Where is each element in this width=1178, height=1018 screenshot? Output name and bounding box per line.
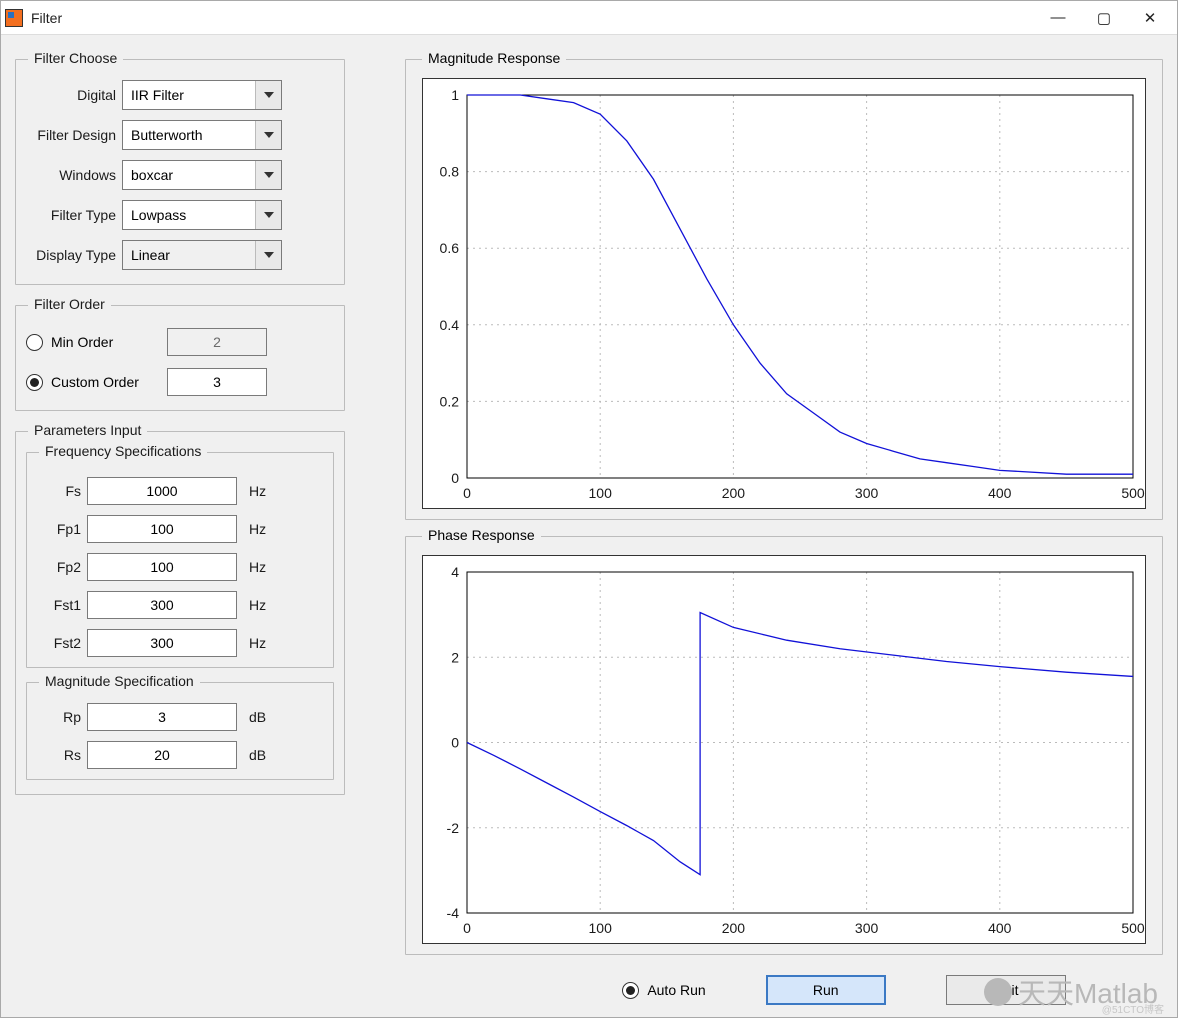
svg-text:0: 0 — [451, 470, 459, 486]
freq-input-fp1[interactable] — [87, 515, 237, 543]
freq-unit: Hz — [243, 521, 271, 537]
svg-text:400: 400 — [988, 920, 1012, 936]
displaytype-label: Display Type — [26, 247, 116, 263]
wechat-icon — [984, 978, 1012, 1006]
windows-select[interactable]: boxcar — [122, 160, 282, 190]
digital-label: Digital — [26, 87, 116, 103]
freq-unit: Hz — [243, 597, 271, 613]
run-button[interactable]: Run — [766, 975, 886, 1005]
right-panel: Magnitude Response 010020030040050000.20… — [405, 59, 1163, 1005]
svg-text:0: 0 — [463, 920, 471, 936]
freq-label: Fst2 — [35, 635, 81, 651]
digital-select[interactable]: IIR Filter — [122, 80, 282, 110]
svg-text:1: 1 — [451, 87, 459, 103]
displaytype-select[interactable]: Linear — [122, 240, 282, 270]
mag-legend: Magnitude Specification — [39, 673, 200, 689]
customorder-label: Custom Order — [51, 374, 159, 390]
phase-plot-area: Phase Response 0100200300400500-4-2024 — [405, 536, 1163, 955]
svg-text:200: 200 — [722, 485, 746, 501]
title-bar: Filter — ▢ ✕ — [1, 1, 1177, 35]
filter-choose-legend: Filter Choose — [28, 50, 123, 66]
autorun-radio[interactable] — [622, 982, 639, 999]
svg-text:100: 100 — [589, 485, 613, 501]
freq-input-fst2[interactable] — [87, 629, 237, 657]
svg-text:4: 4 — [451, 564, 459, 580]
freq-input-fst1[interactable] — [87, 591, 237, 619]
freq-box: Frequency Specifications FsHzFp1HzFp2HzF… — [26, 452, 334, 668]
svg-text:100: 100 — [589, 920, 613, 936]
app-icon — [5, 9, 23, 27]
design-select[interactable]: Butterworth — [122, 120, 282, 150]
params-box: Parameters Input Frequency Specification… — [15, 431, 345, 795]
minorder-value — [167, 328, 267, 356]
magnitude-plot: 0 100 200 300 400 500 0 0.2 0.4 0.6 0.8 1 — [422, 78, 1146, 509]
chevron-down-icon — [255, 81, 281, 109]
mag-unit: dB — [243, 747, 271, 763]
freq-label: Fp1 — [35, 521, 81, 537]
main-content: Filter Choose Digital IIR Filter Filter … — [1, 35, 1177, 1017]
customorder-radio[interactable] — [26, 374, 43, 391]
filter-order-legend: Filter Order — [28, 296, 111, 312]
svg-text:0.4: 0.4 — [440, 317, 460, 333]
svg-text:0: 0 — [451, 735, 459, 751]
design-label: Filter Design — [26, 127, 116, 143]
freq-label: Fst1 — [35, 597, 81, 613]
svg-text:300: 300 — [855, 485, 879, 501]
svg-text:0.8: 0.8 — [440, 164, 460, 180]
chevron-down-icon — [255, 121, 281, 149]
phase-title: Phase Response — [422, 527, 541, 543]
customorder-value[interactable] — [167, 368, 267, 396]
svg-text:-2: -2 — [447, 820, 460, 836]
chevron-down-icon — [255, 201, 281, 229]
autorun-label: Auto Run — [647, 982, 705, 998]
app-window: Filter — ▢ ✕ Filter Choose Digital IIR F… — [0, 0, 1178, 1018]
phase-plot: 0 100 200 300 400 500 -4 -2 0 2 4 — [422, 555, 1146, 944]
svg-text:500: 500 — [1121, 920, 1145, 936]
svg-text:2: 2 — [451, 649, 459, 665]
mag-label: Rp — [35, 709, 81, 725]
left-panel: Filter Choose Digital IIR Filter Filter … — [15, 59, 345, 1005]
mag-unit: dB — [243, 709, 271, 725]
svg-text:-4: -4 — [447, 905, 460, 921]
chevron-down-icon — [255, 161, 281, 189]
freq-unit: Hz — [243, 483, 271, 499]
magnitude-plot-area: Magnitude Response 010020030040050000.20… — [405, 59, 1163, 520]
minorder-label: Min Order — [51, 334, 159, 350]
svg-text:200: 200 — [722, 920, 746, 936]
windows-label: Windows — [26, 167, 116, 183]
freq-input-fs[interactable] — [87, 477, 237, 505]
minorder-radio[interactable] — [26, 334, 43, 351]
mag-input-rp[interactable] — [87, 703, 237, 731]
minimize-button[interactable]: — — [1035, 1, 1081, 35]
svg-text:400: 400 — [988, 485, 1012, 501]
mag-label: Rs — [35, 747, 81, 763]
freq-unit: Hz — [243, 635, 271, 651]
svg-text:0: 0 — [463, 485, 471, 501]
filter-order-box: Filter Order Min Order Custom Order — [15, 305, 345, 411]
freq-label: Fs — [35, 483, 81, 499]
freq-label: Fp2 — [35, 559, 81, 575]
svg-text:500: 500 — [1121, 485, 1145, 501]
svg-text:0.6: 0.6 — [440, 240, 460, 256]
mag-box: Magnitude Specification RpdBRsdB — [26, 682, 334, 780]
maximize-button[interactable]: ▢ — [1081, 1, 1127, 35]
filtertype-select[interactable]: Lowpass — [122, 200, 282, 230]
mag-input-rs[interactable] — [87, 741, 237, 769]
freq-unit: Hz — [243, 559, 271, 575]
chevron-down-icon — [255, 241, 281, 269]
close-button[interactable]: ✕ — [1127, 1, 1173, 35]
svg-text:0.2: 0.2 — [440, 393, 460, 409]
freq-legend: Frequency Specifications — [39, 443, 207, 459]
filtertype-label: Filter Type — [26, 207, 116, 223]
freq-input-fp2[interactable] — [87, 553, 237, 581]
filter-choose-box: Filter Choose Digital IIR Filter Filter … — [15, 59, 345, 285]
corner-credit: @51CTO博客 — [1102, 1001, 1164, 1016]
svg-text:300: 300 — [855, 920, 879, 936]
params-legend: Parameters Input — [28, 422, 147, 438]
magnitude-title: Magnitude Response — [422, 50, 566, 66]
window-title: Filter — [31, 10, 62, 26]
